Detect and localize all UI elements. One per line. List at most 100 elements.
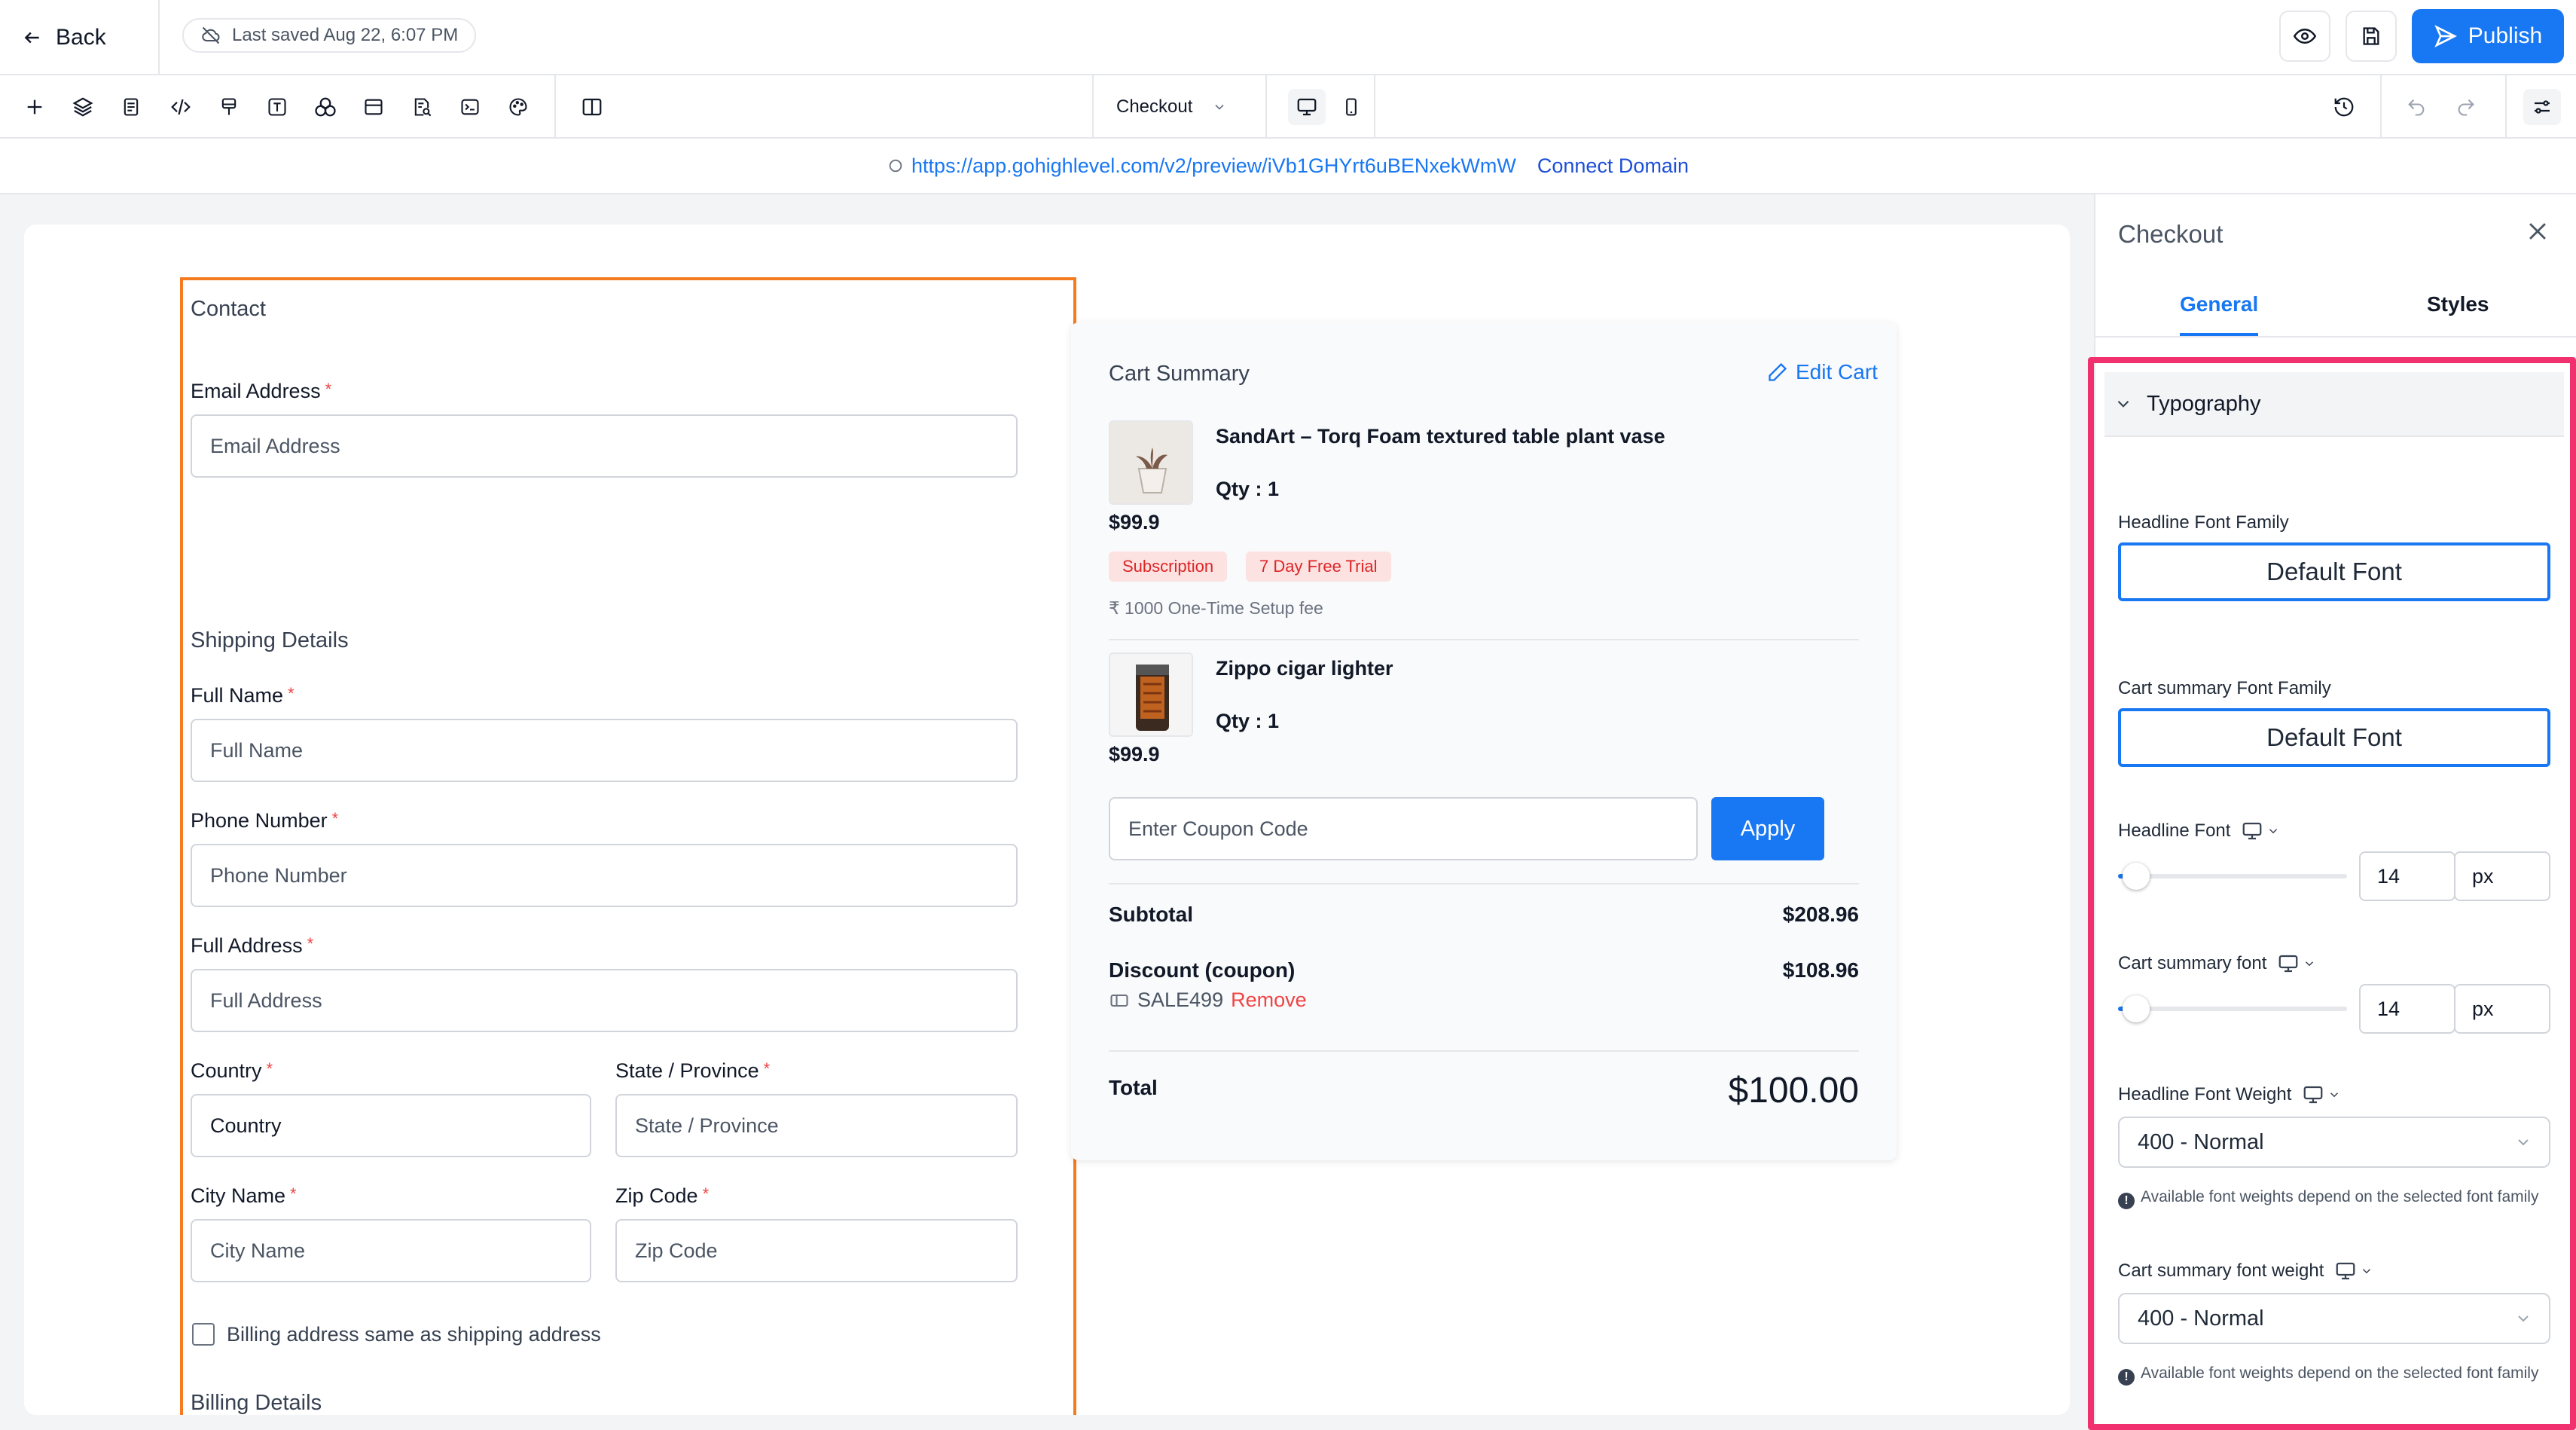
edit-cart-button[interactable]: Edit Cart [1767,360,1878,384]
headline-font-size-input[interactable]: 14 [2359,851,2455,901]
publish-button[interactable]: Publish [2412,9,2564,63]
layout-button[interactable] [357,90,390,124]
required-mark: * [290,1184,297,1203]
cart-item-qty: Qty : 1 [1216,710,1280,732]
page-preview: Contact Email Address * Email Address Shi… [24,225,2070,1415]
last-saved-text: Last saved Aug 22, 6:07 PM [232,25,459,45]
chevron-down-icon [2518,1315,2529,1322]
country-select[interactable]: Country [191,1094,591,1157]
device-toggle[interactable] [2241,820,2280,842]
info-icon: ! [2118,1369,2135,1386]
cart-item-qty: Qty : 1 [1216,478,1280,500]
close-panel-button[interactable] [2525,218,2550,248]
code-button[interactable] [164,90,197,124]
info-icon: ! [2118,1193,2135,1209]
palette-button[interactable] [502,90,535,124]
cart-item-name: SandArt – Torq Foam textured table plant… [1216,425,1665,448]
slider-handle[interactable] [2123,995,2150,1022]
address-label: Full Address * [191,934,313,958]
history-button[interactable] [2327,90,2361,124]
headline-weight-select[interactable]: 400 - Normal [2118,1117,2550,1168]
apply-coupon-button[interactable]: Apply [1711,797,1824,860]
undo-button[interactable] [2400,90,2433,124]
remove-coupon-link[interactable]: Remove [1231,988,1307,1012]
cart-font-size-text: Cart summary font [2118,953,2267,973]
applied-coupon: SALE499 Remove [1109,988,1307,1012]
page-selector[interactable]: Checkout [1116,90,1227,124]
full-name-field[interactable]: Full Name [191,719,1018,782]
desktop-view-button[interactable] [1288,89,1326,125]
cart-weight-value: 400 - Normal [2138,1306,2264,1331]
panel-tabs: General Styles [2095,277,2576,338]
tab-general[interactable]: General [2180,292,2258,316]
layout-icon [365,99,383,115]
terminal-button[interactable] [453,90,487,124]
mobile-view-button[interactable] [1335,90,1368,124]
columns-icon [582,98,602,116]
chevron-down-icon [2269,829,2278,834]
terminal-icon [461,99,479,115]
device-toggle[interactable] [2334,1260,2373,1282]
cigar-lighter-image [1110,654,1192,735]
redo-button[interactable] [2449,90,2483,124]
required-mark: * [307,934,314,953]
settings-button[interactable] [2523,89,2561,125]
back-button[interactable]: Back [23,18,106,57]
tab-styles[interactable]: Styles [2427,292,2489,316]
cart-font-unit[interactable]: px [2454,984,2550,1034]
paint-icon [221,98,237,115]
slider-handle[interactable] [2123,863,2150,890]
divider [554,75,556,137]
text-button[interactable] [261,90,294,124]
device-toggle[interactable] [2277,952,2316,975]
address-field[interactable]: Full Address [191,969,1018,1032]
add-element-button[interactable] [18,90,51,124]
shapes-button[interactable] [309,90,342,124]
headline-font-unit[interactable]: px [2454,851,2550,901]
cart-weight-label: Cart summary font weight [2118,1260,2373,1282]
cart-font-size-slider[interactable] [2118,995,2347,1022]
cart-weight-select[interactable]: 400 - Normal [2118,1293,2550,1344]
phone-field[interactable]: Phone Number [191,844,1018,907]
preview-url-bar: https://app.gohighlevel.com/v2/preview/i… [0,139,2576,194]
zip-label-text: Zip Code [615,1184,698,1207]
headline-font-family-select[interactable]: Default Font [2118,542,2550,601]
address-label-text: Full Address [191,934,303,957]
city-field[interactable]: City Name [191,1219,591,1282]
email-field[interactable]: Email Address [191,414,1018,478]
cart-font-family-select[interactable]: Default Font [2118,708,2550,767]
cart-font-size-input[interactable]: 14 [2359,984,2455,1034]
typography-title: Typography [2147,391,2261,416]
search-doc-button[interactable] [405,90,438,124]
connect-domain-link[interactable]: Connect Domain [1537,154,1689,178]
device-toggle[interactable] [2302,1083,2341,1106]
city-label: City Name * [191,1184,297,1208]
phone-label: Phone Number * [191,809,338,833]
coupon-input[interactable]: Enter Coupon Code [1109,797,1698,860]
edit-cart-label: Edit Cart [1796,360,1878,383]
selected-checkout-element[interactable]: Contact Email Address * Email Address Shi… [180,277,1076,1415]
layers-button[interactable] [66,90,99,124]
zip-field[interactable]: Zip Code [615,1219,1018,1282]
desktop-icon [2279,955,2298,973]
headline-font-size-slider[interactable] [2118,863,2347,890]
cart-title: Cart Summary [1109,362,1250,386]
shapes-icon [315,97,336,117]
cart-weight-text: Cart summary font weight [2118,1260,2324,1281]
chevron-down-icon [2518,1139,2529,1146]
columns-button[interactable] [575,90,609,124]
pages-button[interactable] [114,90,148,124]
billing-same-checkbox[interactable] [192,1323,215,1346]
paint-button[interactable] [212,90,246,124]
layers-icon [72,97,93,117]
page-selector-label: Checkout [1116,96,1193,117]
code-icon [171,99,191,115]
save-button[interactable] [2346,11,2397,62]
product-image-lighter [1109,652,1193,737]
state-field[interactable]: State / Province [615,1094,1018,1157]
panel-title: Checkout [2118,220,2223,248]
preview-url-link[interactable]: https://app.gohighlevel.com/v2/preview/i… [887,154,1516,178]
state-label-text: State / Province [615,1059,759,1082]
typography-section-header[interactable]: Typography [2104,372,2564,437]
preview-button[interactable] [2279,11,2330,62]
